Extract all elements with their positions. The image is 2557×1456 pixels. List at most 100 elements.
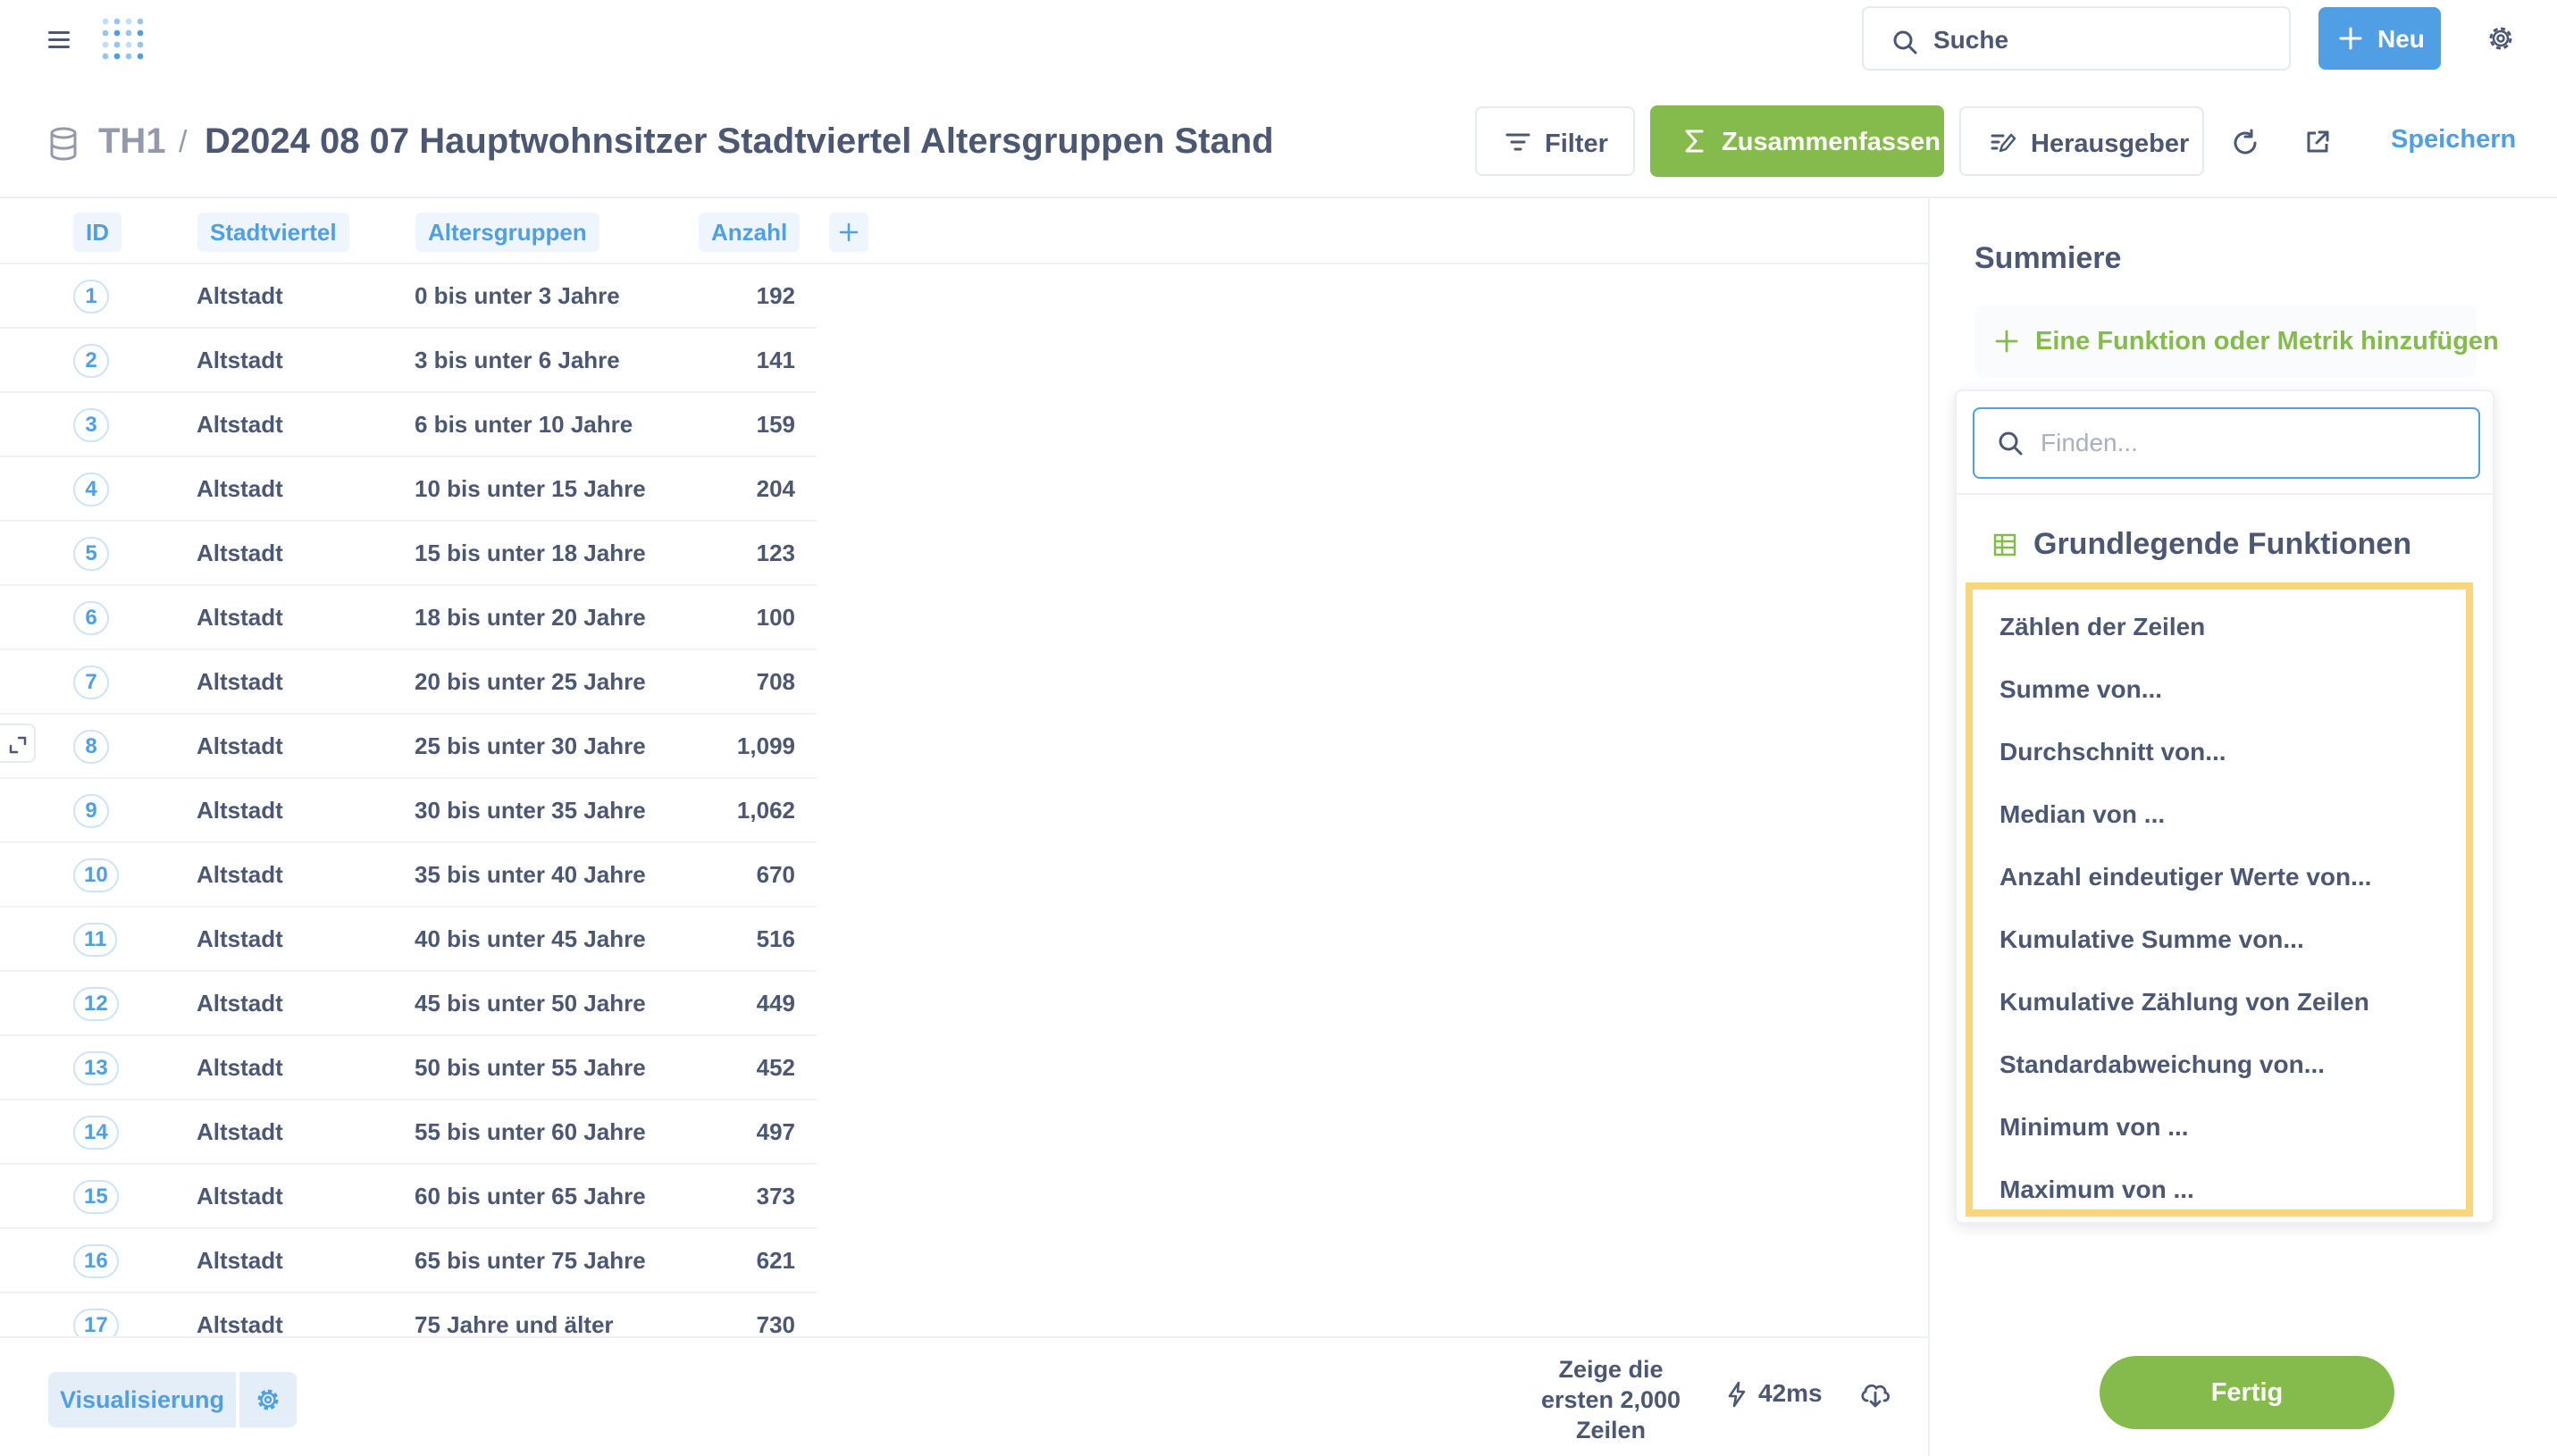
summarize-button[interactable]: Zusammenfassen: [1650, 105, 1944, 177]
hamburger-icon[interactable]: [45, 25, 73, 54]
question-header: TH1 / D2024 08 07 Hauptwohnsitzer Stadtv…: [0, 79, 2557, 198]
row-id-pill[interactable]: 6: [73, 601, 109, 635]
filter-button[interactable]: Filter: [1475, 106, 1635, 176]
age-group-cell: 50 bis unter 55 Jahre: [415, 1054, 646, 1081]
row-count-line: Zeige die: [1558, 1356, 1664, 1383]
function-item[interactable]: Median von ...: [1999, 800, 2165, 829]
logo-dot: [113, 53, 121, 60]
function-item[interactable]: Anzahl eindeutiger Werte von...: [1999, 863, 2371, 891]
logo-dot: [113, 29, 121, 37]
aggregation-popover: Grundlegende Funktionen Zählen der Zeile…: [1955, 389, 2494, 1224]
breadcrumb-database[interactable]: TH1: [98, 121, 166, 162]
function-item[interactable]: Zählen der Zeilen: [1999, 613, 2205, 641]
row-id-pill[interactable]: 9: [73, 794, 109, 828]
district-cell: Altstadt: [197, 1247, 283, 1274]
row-id-pill[interactable]: 14: [73, 1116, 119, 1150]
district-cell: Altstadt: [197, 282, 283, 309]
add-metric-button[interactable]: Eine Funktion oder Metrik hinzufügen: [1974, 305, 2499, 377]
find-field[interactable]: [1973, 407, 2480, 479]
column-header-count[interactable]: Anzahl: [699, 213, 801, 252]
district-cell: Altstadt: [197, 475, 283, 502]
count-cell: 100: [756, 604, 795, 631]
table-row: 4 Altstadt 10 bis unter 15 Jahre 204: [0, 457, 817, 522]
row-id-pill[interactable]: 7: [73, 665, 109, 699]
expand-icon[interactable]: [0, 724, 36, 763]
logo-icon[interactable]: [96, 13, 150, 66]
district-cell: Altstadt: [197, 1183, 283, 1209]
top-navigation: Suche Neu: [0, 0, 2557, 79]
age-group-cell: 65 bis unter 75 Jahre: [415, 1247, 646, 1274]
logo-dot: [137, 18, 144, 25]
find-input[interactable]: [2041, 422, 2461, 464]
age-group-cell: 20 bis unter 25 Jahre: [415, 668, 646, 695]
table-row: 9 Altstadt 30 bis unter 35 Jahre 1,062: [0, 779, 817, 843]
sidebar-title: Summiere: [1974, 241, 2122, 275]
row-id-pill[interactable]: 11: [73, 923, 118, 957]
function-item[interactable]: Minimum von ...: [1999, 1113, 2189, 1142]
gear-icon[interactable]: [2486, 23, 2516, 54]
row-id-pill[interactable]: 1: [73, 280, 109, 314]
add-column-button[interactable]: [829, 213, 868, 252]
district-cell: Altstadt: [197, 668, 283, 695]
save-link[interactable]: Speichern: [2391, 125, 2516, 155]
age-group-cell: 60 bis unter 65 Jahre: [415, 1183, 646, 1209]
new-button-label: Neu: [2377, 25, 2425, 53]
row-count-line: ersten 2,000: [1540, 1386, 1681, 1413]
age-group-cell: 3 bis unter 6 Jahre: [415, 347, 620, 373]
age-group-cell: 35 bis unter 40 Jahre: [415, 861, 646, 888]
function-item[interactable]: Durchschnitt von...: [1999, 738, 2226, 766]
age-group-cell: 18 bis unter 20 Jahre: [415, 604, 646, 631]
row-id-pill[interactable]: 17: [73, 1309, 119, 1336]
editor-button-label: Herausgeber: [2031, 130, 2190, 158]
function-item[interactable]: Maximum von ...: [1999, 1176, 2194, 1204]
row-id-pill[interactable]: 15: [73, 1180, 119, 1214]
database-icon: [48, 127, 79, 161]
table-row: 17 Altstadt 75 Jahre und älter 730: [0, 1293, 817, 1336]
function-item[interactable]: Standardabweichung von...: [1999, 1050, 2325, 1079]
row-id-pill[interactable]: 5: [73, 537, 109, 571]
table-row: 10 Altstadt 35 bis unter 40 Jahre 670: [0, 843, 817, 908]
count-cell: 204: [756, 475, 795, 502]
count-cell: 192: [756, 282, 795, 309]
table-row: 12 Altstadt 45 bis unter 50 Jahre 449: [0, 972, 817, 1036]
function-item[interactable]: Kumulative Summe von...: [1999, 925, 2304, 954]
refresh-icon[interactable]: [2230, 128, 2260, 158]
row-id-pill[interactable]: 12: [73, 987, 119, 1021]
column-header-age-group[interactable]: Altersgruppen: [415, 213, 599, 252]
table-row: 1 Altstadt 0 bis unter 3 Jahre 192: [0, 264, 817, 329]
search-bar[interactable]: Suche: [1862, 6, 2291, 71]
row-id-pill[interactable]: 10: [73, 858, 119, 892]
editor-button[interactable]: Herausgeber: [1959, 106, 2204, 176]
function-item[interactable]: Summe von...: [1999, 675, 2162, 704]
count-cell: 516: [756, 925, 795, 952]
download-icon[interactable]: [1858, 1379, 1892, 1410]
breadcrumb-separator: /: [179, 125, 188, 159]
age-group-cell: 40 bis unter 45 Jahre: [415, 925, 646, 952]
column-header-district[interactable]: Stadtviertel: [197, 213, 349, 252]
open-external-icon[interactable]: [2303, 128, 2332, 156]
column-header-id[interactable]: ID: [73, 213, 122, 252]
age-group-cell: 0 bis unter 3 Jahre: [415, 282, 620, 309]
visualization-button[interactable]: Visualisierung: [48, 1372, 236, 1427]
visualization-settings-button[interactable]: [239, 1372, 297, 1427]
row-id-pill[interactable]: 13: [73, 1051, 119, 1085]
row-id-pill[interactable]: 16: [73, 1244, 119, 1278]
done-button[interactable]: Fertig: [2100, 1356, 2394, 1429]
logo-dot: [102, 29, 109, 37]
search-label: Suche: [1933, 26, 2009, 54]
row-id-pill[interactable]: 4: [73, 473, 109, 506]
function-item[interactable]: Kumulative Zählung von Zeilen: [1999, 988, 2369, 1017]
table-row: 2 Altstadt 3 bis unter 6 Jahre 141: [0, 329, 817, 393]
row-id-pill[interactable]: 3: [73, 408, 109, 442]
logo-dot: [137, 41, 144, 48]
new-button[interactable]: Neu: [2318, 7, 2441, 70]
data-table: ID Stadtviertel Altersgruppen Anzahl 1 Al…: [0, 198, 1928, 1336]
logo-dot: [125, 41, 132, 48]
search-icon: [1999, 431, 2023, 456]
count-cell: 730: [756, 1311, 795, 1336]
row-id-pill[interactable]: 2: [73, 344, 109, 378]
row-id-pill[interactable]: 8: [73, 730, 109, 764]
count-cell: 373: [756, 1183, 795, 1209]
page-title: D2024 08 07 Hauptwohnsitzer Stadtviertel…: [205, 121, 1274, 161]
age-group-cell: 75 Jahre und älter: [415, 1311, 614, 1336]
